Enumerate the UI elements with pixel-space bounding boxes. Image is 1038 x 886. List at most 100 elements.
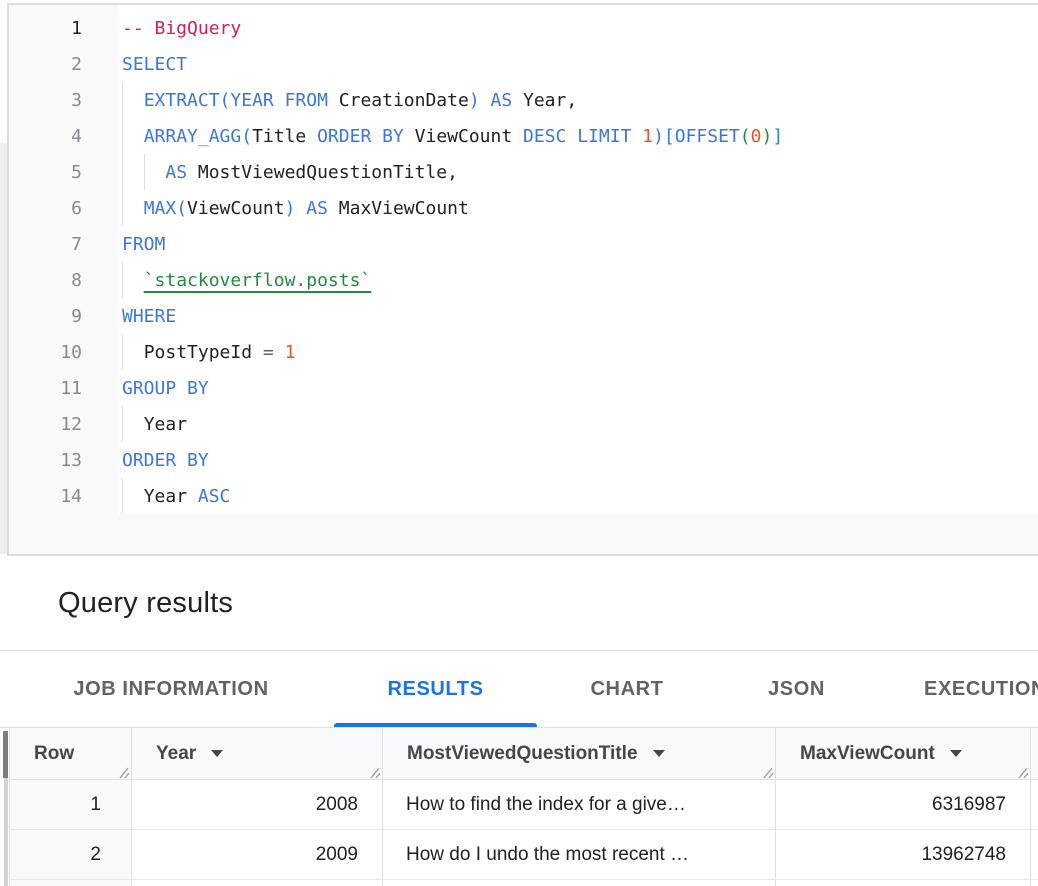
line-number: 11 bbox=[9, 378, 82, 399]
code-line-text: WHERE bbox=[122, 306, 176, 327]
code-line-text: PostTypeId = 1 bbox=[122, 342, 295, 363]
sql-token-keyword: DESC LIMIT bbox=[523, 126, 642, 147]
tab-label: CHART bbox=[591, 678, 664, 701]
line-number: 9 bbox=[9, 306, 82, 327]
code-line-text: Year bbox=[122, 414, 187, 435]
code-line-text: EXTRACT(YEAR FROM CreationDate) AS Year, bbox=[122, 90, 577, 111]
code-line-11[interactable]: 11GROUP BY bbox=[9, 370, 1038, 406]
column-dropdown-arrow-icon[interactable] bbox=[653, 750, 665, 757]
code-line-7[interactable]: 7 FROM bbox=[9, 226, 1038, 262]
line-number: 1 bbox=[9, 18, 82, 39]
sql-token-indent bbox=[122, 90, 144, 111]
sql-editor[interactable]: 1 -- BigQuery 2 SELECT 3 EXTRACT(YEAR FROM C… bbox=[9, 5, 1038, 554]
table-header-row: RowYear MostViewedQuestionTitle MaxViewCou… bbox=[10, 728, 1038, 780]
indent-guide bbox=[122, 406, 123, 442]
code-line-5[interactable]: 5 AS MostViewedQuestionTitle, bbox=[9, 154, 1038, 190]
sql-token-keyword: ] bbox=[772, 126, 783, 147]
code-line-3[interactable]: 3 EXTRACT(YEAR FROM CreationDate) AS Yea… bbox=[9, 82, 1038, 118]
code-line-text: ORDER BY bbox=[122, 450, 209, 471]
column-resize-handle-icon[interactable] bbox=[115, 763, 129, 777]
column-header-year[interactable]: Year bbox=[132, 728, 383, 779]
sql-token-number: 0 bbox=[751, 126, 762, 147]
vertical-scrollbar-thumb[interactable] bbox=[3, 731, 8, 778]
indent-guide bbox=[122, 154, 123, 190]
indent-guide bbox=[122, 478, 123, 514]
column-resize-handle-icon[interactable] bbox=[1014, 763, 1028, 777]
tab-json[interactable]: JSON bbox=[717, 651, 876, 727]
code-line-9[interactable]: 9 WHERE bbox=[9, 298, 1038, 334]
code-line-text: FROM bbox=[122, 234, 165, 255]
indent-guide bbox=[122, 118, 123, 154]
sql-token-string-link: `stackoverflow.posts` bbox=[144, 270, 372, 291]
sql-token-indent bbox=[122, 198, 144, 219]
cell-row: 2 bbox=[10, 830, 132, 879]
sql-token-identifier: Title bbox=[252, 126, 317, 147]
sql-token-indent bbox=[122, 126, 144, 147]
column-header-row[interactable]: Row bbox=[10, 728, 132, 779]
column-dropdown-arrow-icon[interactable] bbox=[950, 750, 962, 757]
line-number: 2 bbox=[9, 54, 82, 75]
sql-token-identifier: CreationDate bbox=[339, 90, 469, 111]
code-line-text: ARRAY_AGG(Title ORDER BY ViewCount DESC … bbox=[122, 126, 783, 147]
sql-token-keyword: FROM bbox=[122, 234, 165, 255]
code-line-14[interactable]: 14 Year ASC bbox=[9, 478, 1038, 514]
column-header-label: MaxViewCount bbox=[800, 743, 935, 765]
results-table: RowYear MostViewedQuestionTitle MaxViewCou… bbox=[9, 728, 1038, 886]
code-line-8[interactable]: 8 `stackoverflow.posts` bbox=[9, 262, 1038, 298]
code-line-text: -- BigQuery bbox=[122, 18, 241, 39]
sql-token-identifier: , bbox=[566, 90, 577, 111]
line-number: 3 bbox=[9, 90, 82, 111]
sql-token-indent bbox=[122, 270, 144, 291]
vertical-scrollbar-track[interactable] bbox=[4, 778, 8, 886]
tab-job-information[interactable]: JOB INFORMATION bbox=[8, 651, 334, 727]
cell-row: 1 bbox=[10, 780, 132, 829]
code-line-6[interactable]: 6 MAX(ViewCount) AS MaxViewCount bbox=[9, 190, 1038, 226]
line-number: 14 bbox=[9, 486, 82, 507]
editor-empty-area bbox=[118, 514, 1038, 554]
indent-guide bbox=[122, 334, 123, 370]
cell-partial bbox=[10, 880, 132, 886]
column-dropdown-arrow-icon[interactable] bbox=[211, 750, 223, 757]
code-line-4[interactable]: 4 ARRAY_AGG(Title ORDER BY ViewCount DES… bbox=[9, 118, 1038, 154]
line-number: 12 bbox=[9, 414, 82, 435]
sql-token-identifier: Year bbox=[144, 486, 198, 507]
left-gutter-strip bbox=[0, 143, 7, 554]
code-line-text: SELECT bbox=[122, 54, 187, 75]
sql-token-keyword: EXTRACT( bbox=[144, 90, 231, 111]
column-header-mostviewedquestiontitle[interactable]: MostViewedQuestionTitle bbox=[383, 728, 776, 779]
table-row: 22009How do I undo the most recent …1396… bbox=[10, 830, 1038, 880]
sql-token-keyword: ASC bbox=[198, 486, 231, 507]
code-line-text: Year ASC bbox=[122, 486, 230, 507]
sql-token-identifier: Year bbox=[144, 414, 187, 435]
column-header-maxviewcount[interactable]: MaxViewCount bbox=[776, 728, 1031, 779]
sql-token-comment: -- BigQuery bbox=[122, 18, 241, 39]
line-number: 5 bbox=[9, 162, 82, 183]
active-tab-indicator bbox=[334, 723, 537, 727]
results-tab-bar: JOB INFORMATION RESULTS CHART JSON EXECUTION… bbox=[0, 651, 1038, 728]
sql-token-keyword: YEAR FROM bbox=[230, 90, 338, 111]
line-number: 7 bbox=[9, 234, 82, 255]
column-resize-handle-icon[interactable] bbox=[366, 763, 380, 777]
sql-token-keyword: WHERE bbox=[122, 306, 176, 327]
code-line-10[interactable]: 10 PostTypeId = 1 bbox=[9, 334, 1038, 370]
tab-results[interactable]: RESULTS bbox=[334, 651, 537, 727]
cell-partial bbox=[383, 880, 776, 886]
tab-chart[interactable]: CHART bbox=[537, 651, 717, 727]
line-number: 10 bbox=[9, 342, 82, 363]
sql-token-keyword: MAX( bbox=[144, 198, 187, 219]
code-line-13[interactable]: 13ORDER BY bbox=[9, 442, 1038, 478]
tab-execution-details[interactable]: EXECUTION DETAILS bbox=[876, 651, 1038, 727]
code-line-1[interactable]: 1 -- BigQuery bbox=[9, 10, 1038, 46]
sql-token-keyword: ORDER BY bbox=[122, 450, 209, 471]
sql-token-number: 1 bbox=[285, 342, 296, 363]
column-resize-handle-icon[interactable] bbox=[759, 763, 773, 777]
code-line-12[interactable]: 12 Year bbox=[9, 406, 1038, 442]
tab-label: JSON bbox=[768, 678, 825, 701]
column-header-label: MostViewedQuestionTitle bbox=[407, 743, 638, 765]
cell-partial bbox=[776, 880, 1031, 886]
sql-token-keyword: ) AS bbox=[285, 198, 339, 219]
sql-token-keyword: )[OFFSET bbox=[653, 126, 740, 147]
indent-guide bbox=[122, 262, 123, 298]
tab-label: JOB INFORMATION bbox=[73, 678, 268, 701]
code-line-2[interactable]: 2 SELECT bbox=[9, 46, 1038, 82]
